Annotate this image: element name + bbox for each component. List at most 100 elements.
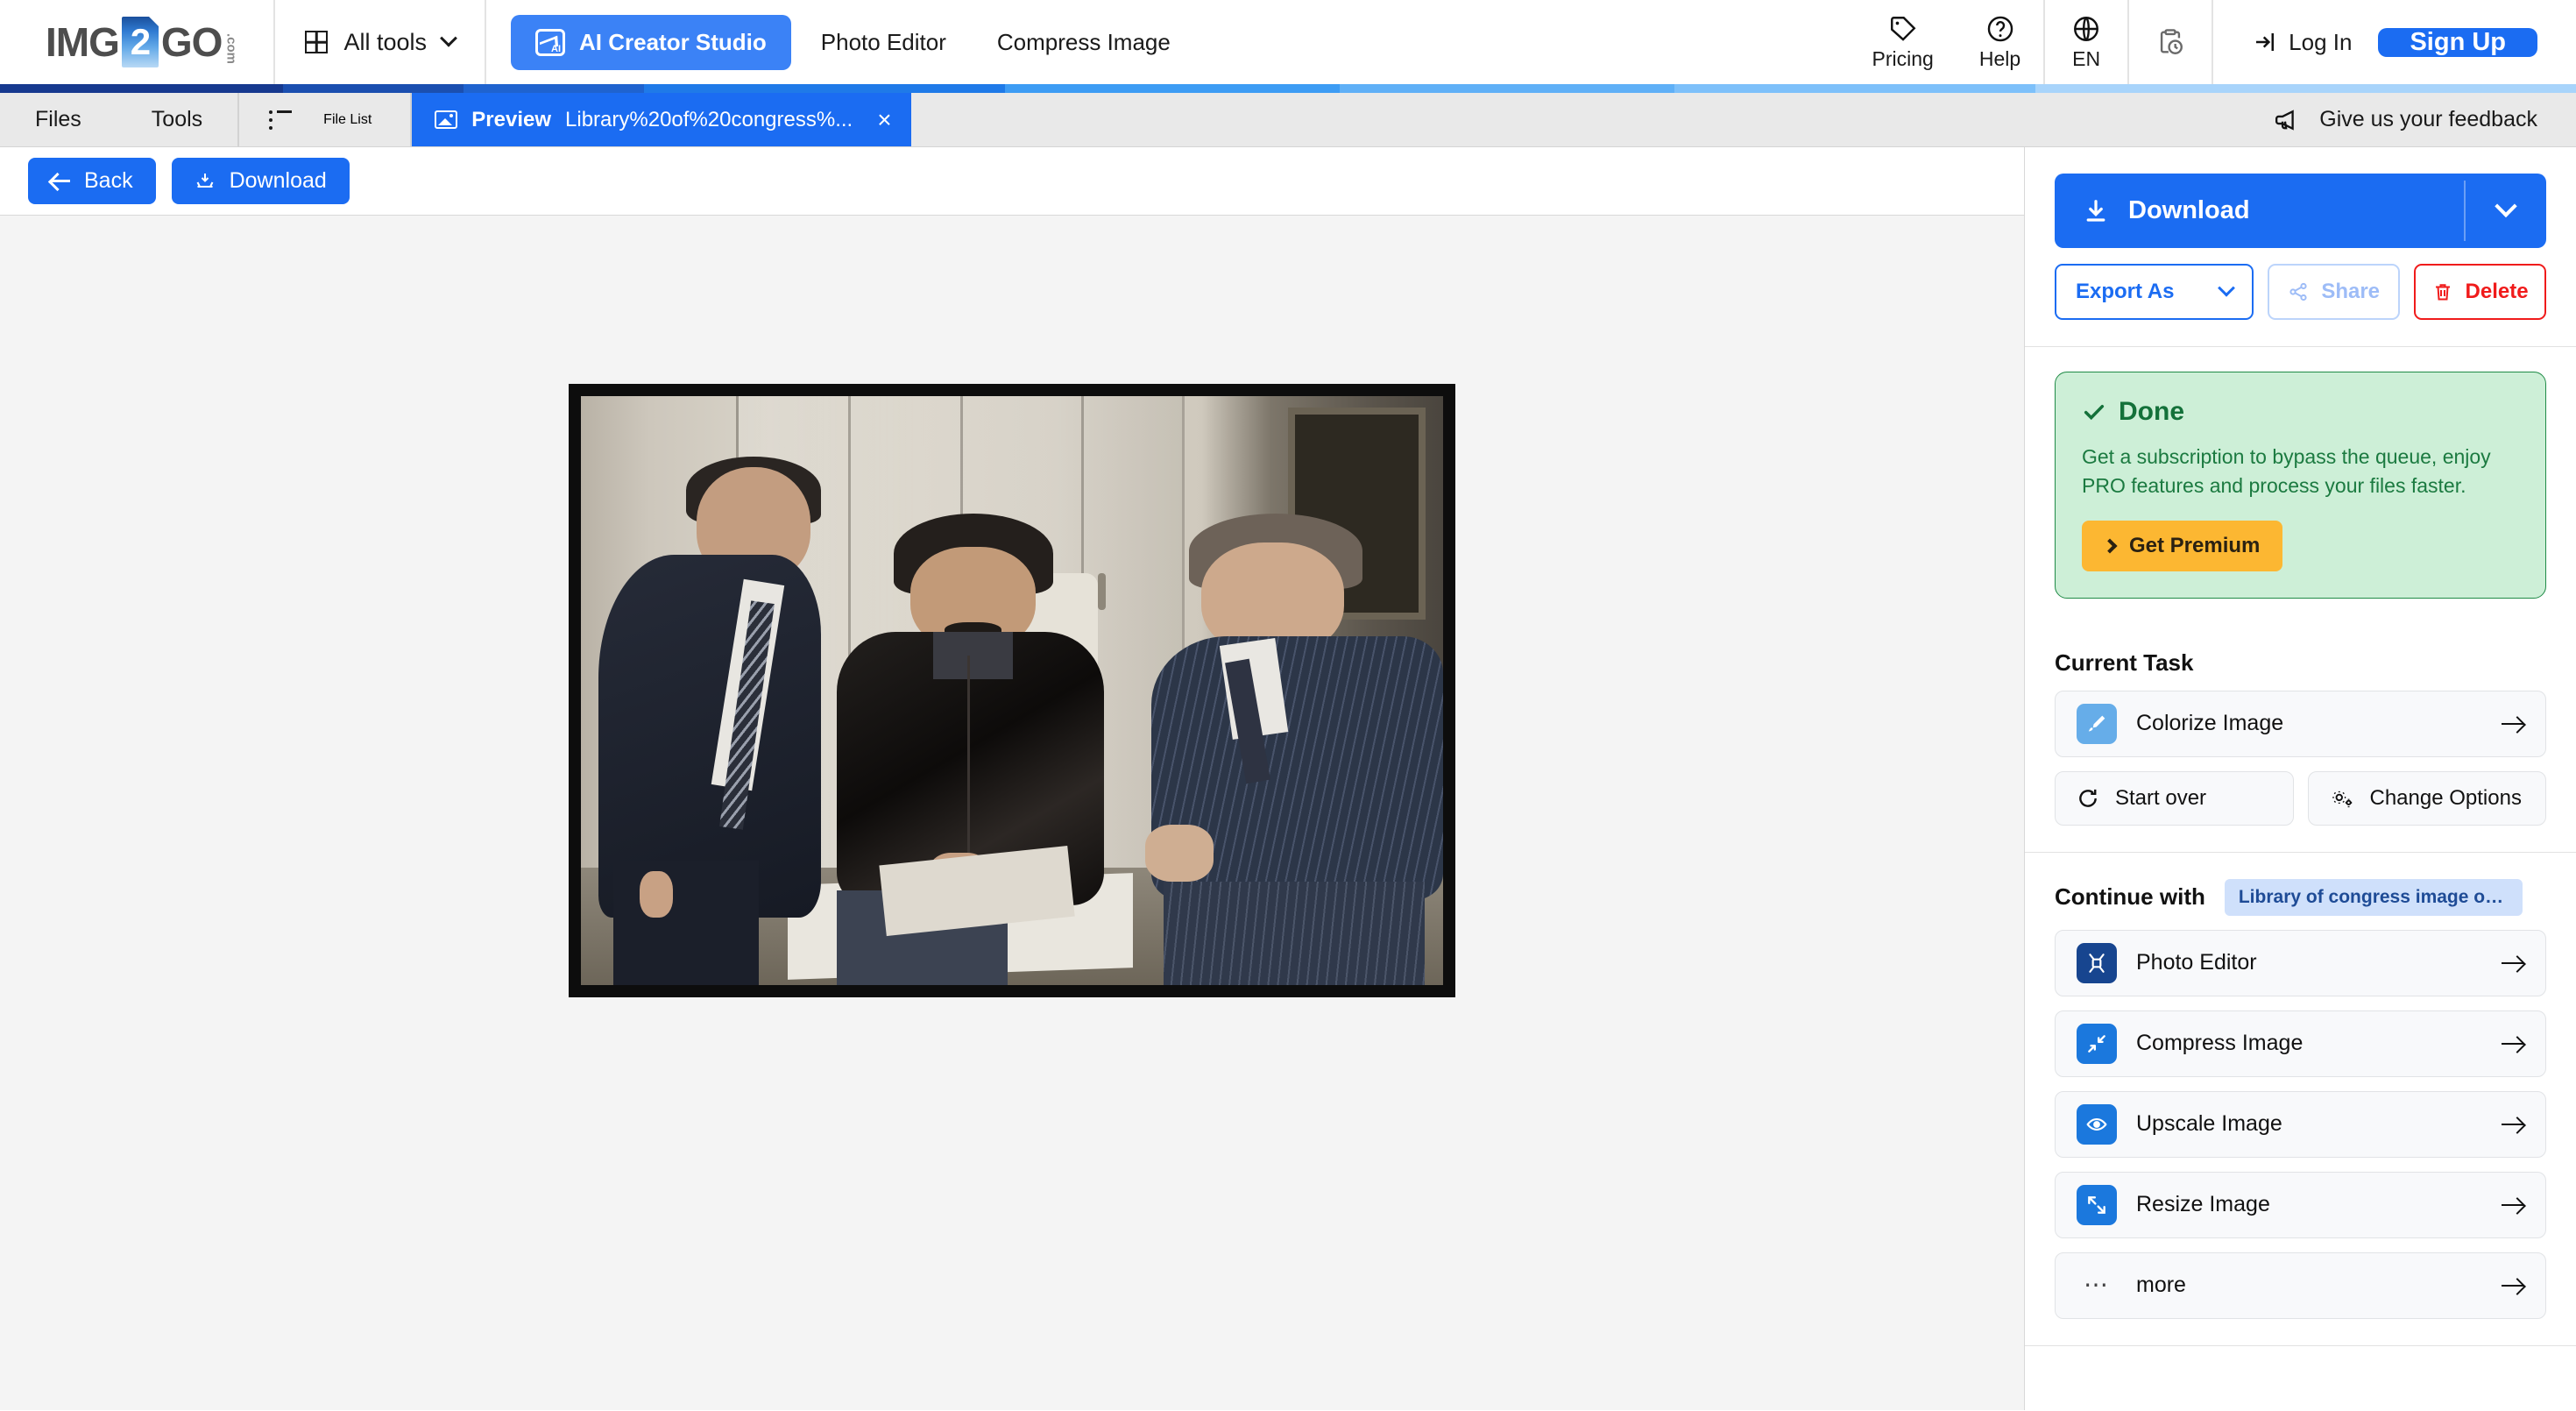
current-task-section: Current Task Colorize Image Start over C… — [2025, 623, 2576, 853]
logo-text-dotcom: .com — [223, 33, 239, 65]
current-task-label: Colorize Image — [2136, 711, 2284, 736]
tab-file-list[interactable]: File List — [239, 93, 413, 146]
list-icon — [269, 110, 293, 130]
current-file-badge: Library of congress image of t... — [2224, 878, 2523, 916]
delete-button[interactable]: Delete — [2414, 264, 2546, 320]
export-as-button[interactable]: Export As — [2055, 264, 2254, 320]
share-label: Share — [2321, 280, 2381, 303]
gear-icon — [2332, 791, 2352, 807]
start-over-button[interactable]: Start over — [2055, 770, 2294, 826]
continue-label-more: more — [2136, 1273, 2186, 1298]
preview-tab-label: Preview — [471, 107, 552, 131]
compress-icon — [2077, 1023, 2117, 1064]
continue-label-photo-editor: Photo Editor — [2136, 950, 2257, 975]
eye-glyph — [2086, 1117, 2107, 1131]
share-icon — [2289, 282, 2307, 301]
preview-image[interactable] — [569, 384, 1455, 997]
image-preview-icon — [435, 110, 458, 129]
menu-files[interactable]: Files — [0, 93, 117, 146]
tab-preview[interactable]: Preview Library%20of%20congress%... × — [412, 93, 911, 146]
arrow-right-icon — [2502, 954, 2524, 972]
top-header: IMG 2 GO .com All tools AI Creator Studi… — [0, 0, 2576, 84]
current-task-heading: Current Task — [2055, 649, 2194, 676]
continue-item-more[interactable]: ⋯ more — [2055, 1251, 2546, 1319]
brush-glyph — [2088, 715, 2105, 732]
gradient-segment — [464, 84, 644, 93]
photo-editor-glyph — [2089, 953, 2105, 973]
download-options-toggle[interactable] — [2466, 174, 2546, 248]
ai-creator-studio-button[interactable]: AI Creator Studio — [511, 14, 791, 70]
arrow-right-icon — [2502, 1196, 2524, 1214]
download-button-top[interactable]: Download — [171, 158, 350, 204]
current-task-item[interactable]: Colorize Image — [2055, 690, 2546, 757]
done-title: Done — [2119, 397, 2184, 426]
globe-icon — [2074, 16, 2099, 41]
preview-tab-filename: Library%20of%20congress%... — [565, 107, 853, 131]
restart-icon — [2079, 789, 2097, 807]
language-label: EN — [2072, 46, 2101, 70]
continue-item-upscale-image[interactable]: Upscale Image — [2055, 1090, 2546, 1158]
download-button-main[interactable]: Download — [2055, 174, 2546, 248]
preview-pane: Back Download — [0, 147, 2024, 1410]
pricing-button[interactable]: Pricing — [1850, 0, 1957, 84]
share-button[interactable]: Share — [2268, 264, 2401, 320]
ellipsis-icon: ⋯ — [2084, 1271, 2110, 1299]
close-icon[interactable]: × — [877, 107, 891, 132]
log-in-button[interactable]: Log In — [2213, 29, 2378, 56]
trash-icon — [2435, 284, 2450, 301]
ai-creator-studio-label: AI Creator Studio — [579, 28, 767, 55]
download-section: Download Export As Share Delete — [2025, 147, 2576, 347]
chevron-right-icon — [2102, 538, 2118, 554]
tag-icon — [1890, 16, 1916, 41]
site-logo[interactable]: IMG 2 GO .com — [0, 0, 276, 84]
back-label: Back — [84, 168, 133, 193]
sign-up-button[interactable]: Sign Up — [2378, 27, 2537, 57]
log-in-label: Log In — [2289, 28, 2353, 55]
progress-gradient-bar — [0, 84, 2576, 93]
logo-text-2: 2 — [121, 17, 159, 67]
continue-with-section: Continue with Library of congress image … — [2025, 853, 2576, 1346]
photo-content — [581, 396, 1443, 985]
arrow-right-icon — [2502, 1035, 2524, 1053]
file-list-label: File List — [323, 111, 372, 127]
continue-label-resize-image: Resize Image — [2136, 1192, 2270, 1217]
arrow-right-icon — [2502, 715, 2524, 733]
resize-icon — [2077, 1184, 2117, 1225]
task-history-button[interactable] — [2127, 0, 2212, 84]
get-premium-button[interactable]: Get Premium — [2082, 520, 2283, 571]
chevron-down-icon — [2218, 279, 2236, 297]
gradient-segment — [1004, 84, 1340, 93]
right-sidebar: Download Export As Share Delete Done Get… — [2024, 147, 2576, 1410]
help-button[interactable]: Help — [1957, 0, 2043, 84]
all-tools-menu[interactable]: All tools — [275, 0, 486, 84]
download-main-label: Download — [2128, 196, 2250, 224]
done-description: Get a subscription to bypass the queue, … — [2082, 445, 2491, 498]
pricing-label: Pricing — [1872, 46, 1934, 70]
resize-glyph — [2088, 1195, 2105, 1214]
continue-item-photo-editor[interactable]: Photo Editor — [2055, 929, 2546, 996]
menu-tools[interactable]: Tools — [117, 93, 237, 146]
language-selector[interactable]: EN — [2043, 0, 2127, 84]
change-options-button[interactable]: Change Options — [2307, 770, 2546, 826]
check-icon — [2084, 404, 2105, 421]
download-tray-icon — [196, 173, 213, 188]
done-status-card: Done Get a subscription to bypass the qu… — [2055, 372, 2546, 599]
continue-item-compress-image[interactable]: Compress Image — [2055, 1010, 2546, 1077]
login-arrow-icon — [2256, 33, 2275, 51]
start-over-label: Start over — [2115, 785, 2207, 810]
feedback-button[interactable]: Give us your feedback — [2237, 93, 2576, 146]
change-options-label: Change Options — [2369, 785, 2522, 810]
grid-icon — [305, 31, 329, 53]
continue-with-heading-row: Continue with Library of congress image … — [2055, 878, 2546, 916]
delete-label: Delete — [2465, 280, 2529, 303]
continue-with-heading: Continue with — [2055, 883, 2205, 911]
continue-item-resize-image[interactable]: Resize Image — [2055, 1171, 2546, 1238]
auth-group: Log In Sign Up — [2212, 0, 2576, 84]
nav-photo-editor[interactable]: Photo Editor — [800, 29, 967, 56]
back-button[interactable]: Back — [28, 158, 156, 204]
gradient-segment — [1674, 84, 2035, 93]
nav-compress-image[interactable]: Compress Image — [976, 29, 1192, 56]
download-icon — [2086, 199, 2105, 222]
done-title-row: Done — [2082, 397, 2519, 427]
get-premium-label: Get Premium — [2129, 533, 2261, 557]
